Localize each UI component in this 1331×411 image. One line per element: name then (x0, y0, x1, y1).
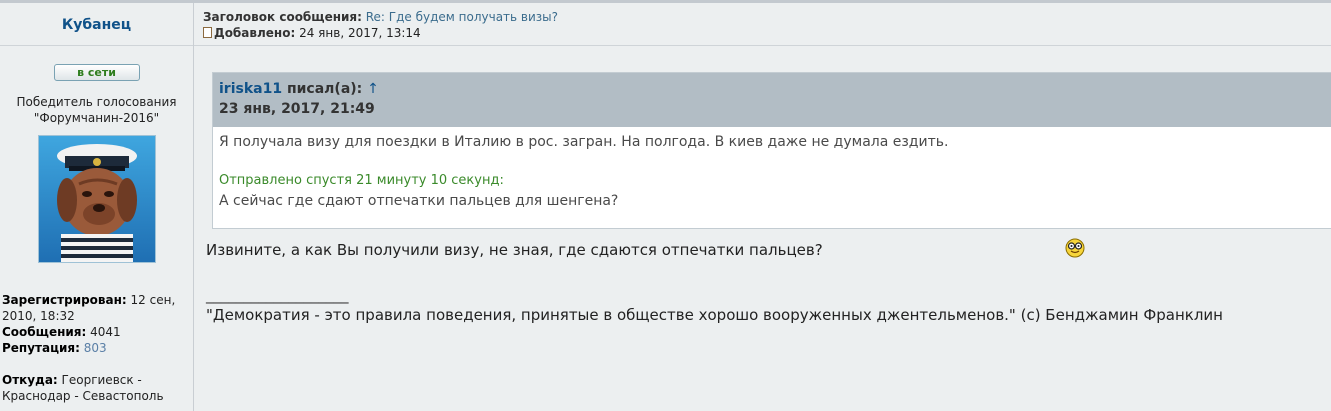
reply-text: Извините, а как Вы получили визу, не зна… (206, 241, 823, 259)
signature-divider: ___________________ (206, 286, 349, 304)
messages-label: Сообщения: (2, 325, 87, 339)
reputation-value[interactable]: 803 (84, 341, 107, 355)
subject-label: Заголовок сообщения: (203, 10, 362, 24)
quote-text-2: А сейчас где сдают отпечатки пальцев для… (219, 193, 619, 209)
reputation-row: Репутация: 803 (2, 340, 192, 356)
author-header: Кубанец (0, 3, 193, 46)
quote-text-1: Я получала визу для поездки в Италию в р… (219, 134, 949, 150)
messages-row: Сообщения: 4041 (2, 324, 192, 340)
messages-value: 4041 (90, 325, 121, 339)
rank-line-1: Победитель голосования (16, 95, 177, 109)
post-content-panel: Заголовок сообщения: Re: Где будем получ… (194, 3, 1331, 411)
post-header: Заголовок сообщения: Re: Где будем получ… (194, 3, 1331, 46)
added-row: Добавлено: 24 янв, 2017, 13:14 (203, 25, 1331, 41)
avatar[interactable] (37, 135, 156, 263)
subject-row: Заголовок сообщения: Re: Где будем получ… (203, 9, 1331, 25)
quote-header: iriska11 писал(а): ↑ 23 янв, 2017, 21:49 (213, 73, 1331, 127)
quote-author-link[interactable]: iriska11 (219, 81, 282, 97)
author-rank: Победитель голосования "Форумчанин-2016" (0, 94, 193, 126)
signature-text: "Демократия - это правила поведения, при… (206, 306, 1223, 324)
registered-label: Зарегистрирован: (2, 293, 127, 307)
quote-added-note: Отправлено спустя 21 минуту 10 секунд: (219, 173, 504, 188)
rank-line-2: "Форумчанин-2016" (33, 111, 160, 125)
registered-row: Зарегистрирован: 12 сен, 2010, 18:32 (2, 292, 192, 324)
forum-post: Кубанец в сети Победитель голосования "Ф… (0, 0, 1331, 411)
added-label: Добавлено: (214, 26, 296, 40)
online-status-badge: в сети (53, 64, 140, 81)
location-label: Откуда: (2, 373, 58, 387)
reputation-label: Репутация: (2, 341, 80, 355)
added-date: 24 янв, 2017, 13:14 (299, 26, 421, 40)
quote-wrote-label: писал(а): (286, 81, 363, 97)
avatar-dog-sailor-icon (38, 136, 155, 262)
author-panel: Кубанец в сети Победитель голосования "Ф… (0, 3, 194, 411)
quote-jump-arrow-icon[interactable]: ↑ (367, 81, 379, 97)
author-name-link[interactable]: Кубанец (62, 17, 131, 33)
location-row: Откуда: Георгиевск - Краснодар - Севасто… (2, 372, 192, 404)
quote-date: 23 янв, 2017, 21:49 (219, 101, 375, 117)
subject-link[interactable]: Re: Где будем получать визы? (366, 10, 558, 24)
author-profile-details: Зарегистрирован: 12 сен, 2010, 18:32 Соо… (2, 292, 192, 404)
post-document-icon[interactable] (203, 27, 212, 38)
smiley-glasses-icon (1065, 238, 1085, 258)
quote-block: iriska11 писал(а): ↑ 23 янв, 2017, 21:49… (212, 72, 1331, 229)
quote-body: Я получала визу для поездки в Италию в р… (213, 127, 1331, 210)
